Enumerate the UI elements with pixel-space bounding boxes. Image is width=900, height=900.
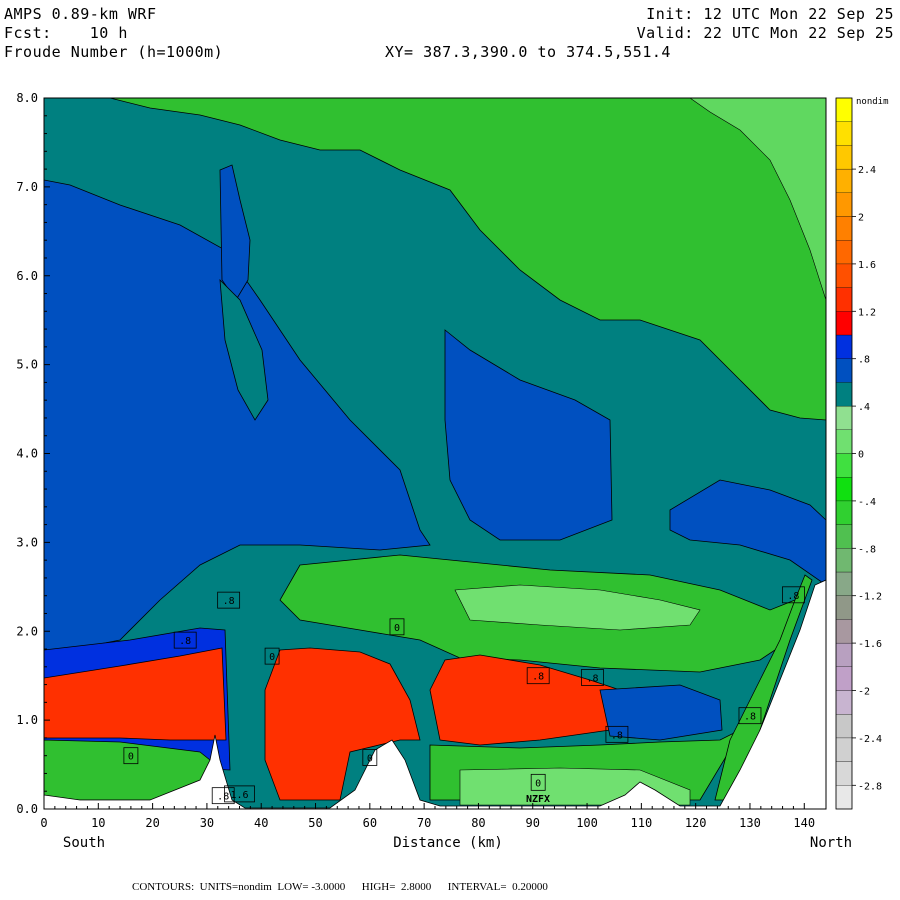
colorbar-swatch <box>835 358 853 383</box>
colorbar-swatch <box>835 145 853 170</box>
y-tick-label: 1.0 <box>16 713 38 727</box>
y-tick-label: 0.0 <box>16 802 38 816</box>
colorbar-swatch <box>835 477 853 502</box>
colorbar: 2.4 2 1.6 1.2 .8 .4 0 -.4 -.8 -1.2 -1.6 -2 -2.4 -2.8 <box>835 97 882 810</box>
colorbar-label: -1.6 <box>858 639 882 650</box>
colorbar-label: 1.2 <box>858 307 876 318</box>
x-tick-label: 20 <box>145 816 159 830</box>
x-tick-label: 80 <box>471 816 485 830</box>
contour-label: .8 <box>787 591 799 602</box>
colorbar-label: -2 <box>858 687 870 698</box>
x-tick-label: 120 <box>685 816 707 830</box>
colorbar-label: .4 <box>858 402 870 413</box>
x-tick-label: 100 <box>576 816 598 830</box>
y-tick-label: 5.0 <box>16 358 38 372</box>
colorbar-swatch <box>835 287 853 312</box>
x-tick-label: 50 <box>308 816 322 830</box>
colorbar-label: 2 <box>858 213 864 224</box>
colorbar-swatch <box>835 666 853 691</box>
colorbar-swatch <box>835 761 853 786</box>
colorbar-swatch <box>835 642 853 667</box>
x-tick-label: 30 <box>200 816 214 830</box>
cross-section-plot: .8.800.80.8.8.8.80.801.6 0 10 20 30 40 50 60 70… <box>16 91 889 851</box>
colorbar-swatch <box>835 571 853 596</box>
y-tick-label: 7.0 <box>16 180 38 194</box>
colorbar-label: 1.6 <box>858 260 876 271</box>
contour-label: 0 <box>269 652 275 663</box>
x-tick-label: 90 <box>526 816 540 830</box>
colorbar-swatch <box>835 168 853 193</box>
colorbar-swatch <box>835 97 853 122</box>
colorbar-swatch <box>835 334 853 359</box>
y-tick-label: 2.0 <box>16 624 38 638</box>
colorbar-swatch <box>835 311 853 336</box>
colorbar-swatch <box>835 405 853 430</box>
colorbar-label: -.4 <box>858 497 876 508</box>
colorbar-swatch <box>835 785 853 810</box>
station-annotation: NZFX <box>526 794 550 805</box>
x-tick-label: 140 <box>793 816 815 830</box>
colorbar-label: -2.8 <box>858 781 882 792</box>
contour-label: 0 <box>367 753 373 764</box>
x-tick-label: 110 <box>631 816 653 830</box>
contour-label: .8 <box>611 730 623 741</box>
colorbar-label: 2.4 <box>858 165 876 176</box>
colorbar-swatch <box>835 737 853 762</box>
colorbar-swatch <box>835 524 853 549</box>
y-tick-label: 3.0 <box>16 535 38 549</box>
colorbar-label: .8 <box>858 355 870 366</box>
x-tick-label: 70 <box>417 816 431 830</box>
contour-label: .8 <box>179 636 191 647</box>
contour-label: 0 <box>394 623 400 634</box>
colorbar-swatch <box>835 548 853 573</box>
x-tick-label: 40 <box>254 816 268 830</box>
contour-label: .8 <box>532 672 544 683</box>
colorbar-label: -.8 <box>858 544 876 555</box>
colorbar-swatch <box>835 240 853 265</box>
contour-label: .8 <box>744 712 756 723</box>
colorbar-swatch <box>835 263 853 288</box>
colorbar-swatch <box>835 500 853 525</box>
x-tick-label: 130 <box>739 816 761 830</box>
colorbar-swatch <box>835 690 853 715</box>
colorbar-swatch <box>835 382 853 407</box>
x-axis-left-label: South <box>63 835 105 851</box>
colorbar-swatch <box>835 714 853 739</box>
contour-label: 1.6 <box>230 790 248 801</box>
contour-label: 0 <box>535 778 541 789</box>
colorbar-label: 0 <box>858 450 864 461</box>
y-tick-label: 6.0 <box>16 269 38 283</box>
x-axis-right-label: North <box>810 835 852 851</box>
colorbar-swatch <box>835 619 853 644</box>
colorbar-swatch <box>835 429 853 454</box>
colorbar-swatch <box>835 595 853 620</box>
y-tick-label: 8.0 <box>16 91 38 105</box>
colorbar-swatch <box>835 121 853 146</box>
contour-label: .8 <box>223 596 235 607</box>
x-tick-label: 0 <box>40 816 47 830</box>
y-tick-label: 4.0 <box>16 447 38 461</box>
x-tick-label: 60 <box>363 816 377 830</box>
x-tick-label: 10 <box>91 816 105 830</box>
colorbar-label: -1.2 <box>858 592 882 603</box>
x-axis-title: Distance (km) <box>393 835 503 851</box>
contour-label: .8 <box>217 792 229 803</box>
colorbar-unit: nondim <box>856 97 889 107</box>
contour-fill <box>44 98 826 809</box>
contour-label: .8 <box>586 673 598 684</box>
colorbar-label: -2.4 <box>858 734 882 745</box>
colorbar-swatch <box>835 453 853 478</box>
contour-label: 0 <box>128 752 134 763</box>
contour-info: CONTOURS: UNITS=nondim LOW= -3.0000 HIGH… <box>132 881 548 893</box>
colorbar-swatch <box>835 216 853 241</box>
colorbar-swatch <box>835 192 853 217</box>
